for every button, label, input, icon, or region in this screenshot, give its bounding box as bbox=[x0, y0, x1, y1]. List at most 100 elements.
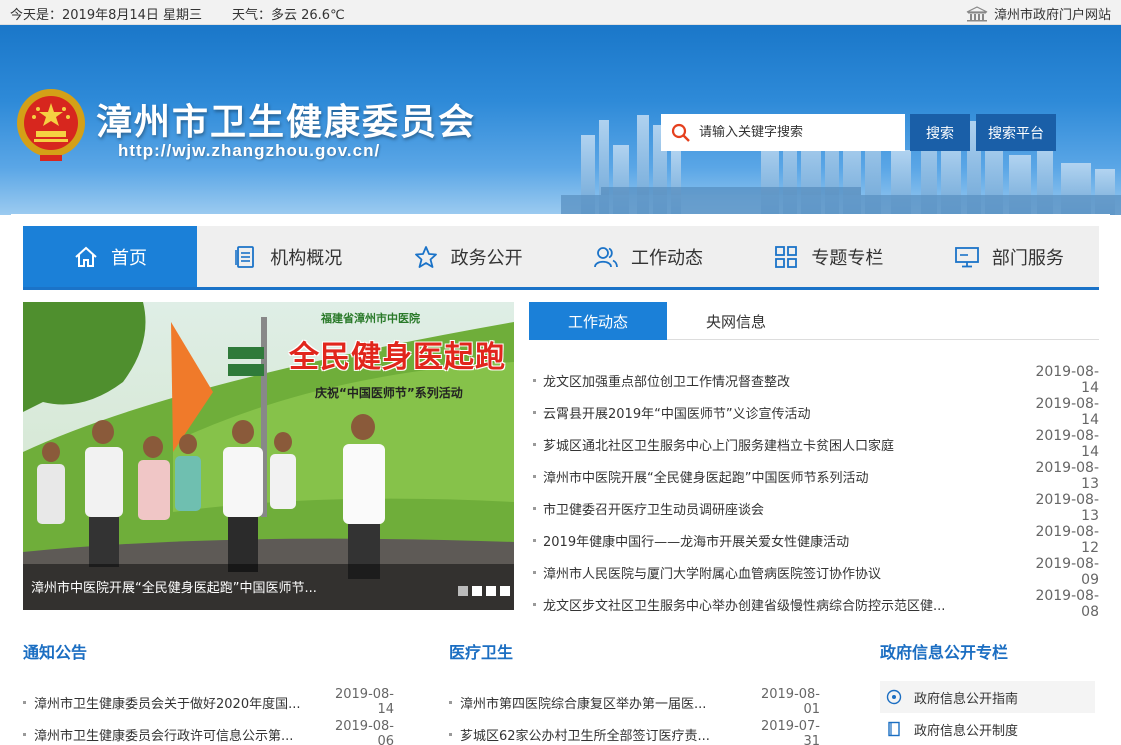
bullet bbox=[23, 732, 26, 736]
gov-info-label: 政府信息公开指南 bbox=[914, 691, 1019, 707]
bullet bbox=[533, 474, 536, 478]
medical-list: 漳州市第四医院综合康复区举办第一届医... 2019-08-01 芗城区62家公办… bbox=[449, 686, 820, 745]
bullet bbox=[533, 506, 536, 510]
bullet bbox=[533, 570, 536, 574]
list-item[interactable]: 龙文区步文社区卫生服务中心举办创建省级慢性病综合防控示范区健... 2019-08… bbox=[533, 588, 1099, 620]
news-carousel[interactable]: 福建省漳州市中医院 全民健身医起跑 庆祝“中国医师节”系列活动 漳州市中医院开展… bbox=[23, 302, 514, 610]
nav-label: 专题专栏 bbox=[811, 247, 884, 269]
gov-portal-label: 漳州市政府门户网站 bbox=[993, 8, 1111, 23]
tab-work-news[interactable]: 工作动态 bbox=[529, 302, 667, 340]
gov-info-title[interactable]: 政府信息公开专栏 bbox=[880, 639, 1008, 663]
national-emblem-logo bbox=[17, 89, 85, 161]
bullet bbox=[533, 378, 536, 382]
notices-title[interactable]: 通知公告 bbox=[23, 639, 87, 663]
home-icon bbox=[75, 246, 97, 267]
government-building-icon bbox=[966, 5, 988, 21]
list-item[interactable]: 芗城区62家公办村卫生所全部签订医疗责... 2019-07-31 bbox=[449, 718, 820, 745]
news-date: 2019-08-12 bbox=[1035, 524, 1099, 556]
search-icon bbox=[671, 123, 690, 142]
news-title[interactable]: 龙文区步文社区卫生服务中心举办创建省级慢性病综合防控示范区健... bbox=[543, 595, 1019, 614]
carousel-dot[interactable] bbox=[500, 586, 510, 596]
document-icon bbox=[235, 245, 255, 268]
top-bar: 今天是：2019年8月14日 星期三 天气：多云 26.6℃ 漳州市政府门户网站 bbox=[0, 0, 1121, 25]
news-date: 2019-08-14 bbox=[1035, 396, 1099, 428]
list-item[interactable]: 漳州市第四医院综合康复区举办第一届医... 2019-08-01 bbox=[449, 686, 820, 718]
news-title[interactable]: 漳州市人民医院与厦门大学附属心血管病医院签订协作协议 bbox=[543, 563, 1019, 582]
carousel-caption[interactable]: 漳州市中医院开展“全民健身医起跑”中国医师节... bbox=[31, 577, 317, 596]
news-list: 龙文区加强重点部位创卫工作情况督查整改 2019-08-14 云霄县开展2019年… bbox=[533, 364, 1099, 620]
site-url: http://wjw.zhangzhou.gov.cn/ bbox=[118, 141, 381, 160]
medical-title[interactable]: 医疗卫生 bbox=[449, 639, 513, 663]
bullet bbox=[533, 442, 536, 446]
news-date: 2019-08-14 bbox=[1035, 364, 1099, 396]
star-icon bbox=[414, 245, 437, 268]
poster-organization: 福建省漳州市中医院 bbox=[321, 312, 420, 325]
news-title[interactable]: 云霄县开展2019年“中国医师节”义诊宣传活动 bbox=[543, 403, 1019, 422]
list-item[interactable]: 漳州市卫生健康委员会关于做好2020年度国... 2019-08-14 bbox=[23, 686, 394, 718]
list-item[interactable]: 漳州市人民医院与厦门大学附属心血管病医院签订协作协议 2019-08-09 bbox=[533, 556, 1099, 588]
poster-title: 全民健身医起跑 bbox=[289, 340, 506, 375]
site-title: 漳州市卫生健康委员会 bbox=[96, 102, 477, 143]
notice-date: 2019-08-06 bbox=[334, 719, 394, 745]
medical-item-title[interactable]: 漳州市第四医院综合康复区举办第一届医... bbox=[460, 693, 750, 712]
current-date: 今天是：2019年8月14日 星期三 bbox=[10, 8, 203, 23]
list-item[interactable]: 漳州市卫生健康委员会行政许可信息公示第... 2019-08-06 bbox=[23, 718, 394, 745]
nav-item-services[interactable]: 部门服务 bbox=[919, 226, 1099, 287]
news-title[interactable]: 市卫健委召开医疗卫生动员调研座谈会 bbox=[543, 499, 1019, 518]
medical-item-date: 2019-07-31 bbox=[760, 719, 820, 745]
news-title[interactable]: 2019年健康中国行——龙海市开展关爱女性健康活动 bbox=[543, 531, 1019, 550]
weather-info: 天气：多云 26.6℃ bbox=[232, 8, 345, 23]
notice-title[interactable]: 漳州市卫生健康委员会关于做好2020年度国... bbox=[34, 693, 324, 712]
bullet bbox=[533, 410, 536, 414]
carousel-dot[interactable] bbox=[458, 586, 468, 596]
bullet bbox=[449, 700, 452, 704]
bullet bbox=[449, 732, 452, 736]
list-item[interactable]: 芗城区通北社区卫生服务中心上门服务建档立卡贫困人口家庭 2019-08-14 bbox=[533, 428, 1099, 460]
list-item[interactable]: 云霄县开展2019年“中国医师节”义诊宣传活动 2019-08-14 bbox=[533, 396, 1099, 428]
nav-label: 首页 bbox=[111, 247, 147, 269]
list-item[interactable]: 龙文区加强重点部位创卫工作情况督查整改 2019-08-14 bbox=[533, 364, 1099, 396]
book-icon bbox=[888, 721, 900, 737]
news-tabs: 工作动态 央网信息 bbox=[529, 302, 1099, 340]
list-item[interactable]: 2019年健康中国行——龙海市开展关爱女性健康活动 2019-08-12 bbox=[533, 524, 1099, 556]
search-input[interactable] bbox=[699, 125, 889, 140]
search-platform-button[interactable]: 搜索平台 bbox=[976, 114, 1056, 151]
news-title[interactable]: 龙文区加强重点部位创卫工作情况督查整改 bbox=[543, 371, 1019, 390]
notices-list: 漳州市卫生健康委员会关于做好2020年度国... 2019-08-14 漳州市卫生… bbox=[23, 686, 394, 745]
city-skyline-image bbox=[561, 115, 1121, 215]
notice-title[interactable]: 漳州市卫生健康委员会行政许可信息公示第... bbox=[34, 725, 324, 744]
notice-date: 2019-08-14 bbox=[334, 687, 394, 717]
news-title[interactable]: 芗城区通北社区卫生服务中心上门服务建档立卡贫困人口家庭 bbox=[543, 435, 1019, 454]
gov-portal-link[interactable]: 漳州市政府门户网站 bbox=[966, 4, 1111, 23]
bullet bbox=[23, 700, 26, 704]
carousel-dot[interactable] bbox=[486, 586, 496, 596]
gov-info-label: 政府信息公开制度 bbox=[914, 723, 1019, 739]
search-box bbox=[661, 114, 905, 151]
news-date: 2019-08-14 bbox=[1035, 428, 1099, 460]
nav-item-special-topics[interactable]: 专题专栏 bbox=[738, 226, 918, 287]
gov-info-item-system[interactable]: 政府信息公开制度 bbox=[880, 713, 1095, 745]
nav-label: 机构概况 bbox=[270, 247, 343, 269]
grid-icon bbox=[775, 245, 798, 268]
carousel-dot[interactable] bbox=[472, 586, 482, 596]
nav-label: 部门服务 bbox=[991, 247, 1064, 269]
gov-info-item-guide[interactable]: 政府信息公开指南 bbox=[880, 681, 1095, 713]
list-item[interactable]: 漳州市中医院开展“全民健身医起跑”中国医师节系列活动 2019-08-13 bbox=[533, 460, 1099, 492]
nav-item-work-news[interactable]: 工作动态 bbox=[558, 226, 738, 287]
users-icon bbox=[594, 246, 618, 267]
news-date: 2019-08-13 bbox=[1035, 460, 1099, 492]
search-button[interactable]: 搜索 bbox=[910, 114, 970, 151]
nav-item-gov-affairs[interactable]: 政务公开 bbox=[377, 226, 557, 287]
news-title[interactable]: 漳州市中医院开展“全民健身医起跑”中国医师节系列活动 bbox=[543, 467, 1019, 486]
gov-info-list: 政府信息公开指南 政府信息公开制度 bbox=[880, 681, 1095, 745]
nav-item-overview[interactable]: 机构概况 bbox=[197, 226, 377, 287]
news-date: 2019-08-09 bbox=[1035, 556, 1099, 588]
medical-item-title[interactable]: 芗城区62家公办村卫生所全部签订医疗责... bbox=[460, 725, 750, 744]
list-item[interactable]: 市卫健委召开医疗卫生动员调研座谈会 2019-08-13 bbox=[533, 492, 1099, 524]
nav-item-home[interactable]: 首页 bbox=[23, 226, 197, 287]
tab-central-info[interactable]: 央网信息 bbox=[667, 302, 805, 340]
monitor-icon bbox=[954, 246, 979, 267]
poster-subtitle: 庆祝“中国医师节”系列活动 bbox=[315, 386, 463, 400]
compass-icon bbox=[886, 689, 902, 705]
news-date: 2019-08-13 bbox=[1035, 492, 1099, 524]
